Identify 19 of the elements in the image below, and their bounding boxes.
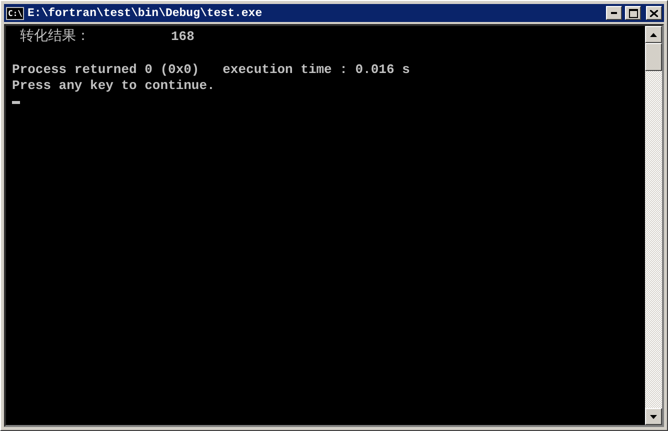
maximize-button[interactable] (625, 6, 641, 20)
scrollbar-thumb[interactable] (645, 43, 662, 71)
scroll-down-button[interactable] (645, 408, 662, 425)
maximize-icon (628, 8, 638, 18)
console-label: 转化结果： (20, 27, 91, 46)
vertical-scrollbar[interactable] (645, 26, 662, 425)
console-line: Process returned 0 (0x0) execution time : 0.016 s (12, 62, 410, 77)
text-cursor (12, 100, 20, 104)
console-value: 168 (171, 28, 194, 44)
minimize-icon (611, 12, 617, 14)
app-icon: C:\ (6, 6, 24, 20)
up-arrow-icon (650, 32, 657, 36)
close-button[interactable] (646, 6, 662, 20)
close-icon (650, 10, 658, 16)
console-line: Press any key to continue. (12, 78, 215, 94)
scroll-up-button[interactable] (645, 26, 662, 43)
down-arrow-icon (650, 414, 657, 418)
minimize-button[interactable] (606, 6, 622, 20)
window-title: E:\fortran\test\bin\Debug\test.exe (27, 6, 264, 20)
